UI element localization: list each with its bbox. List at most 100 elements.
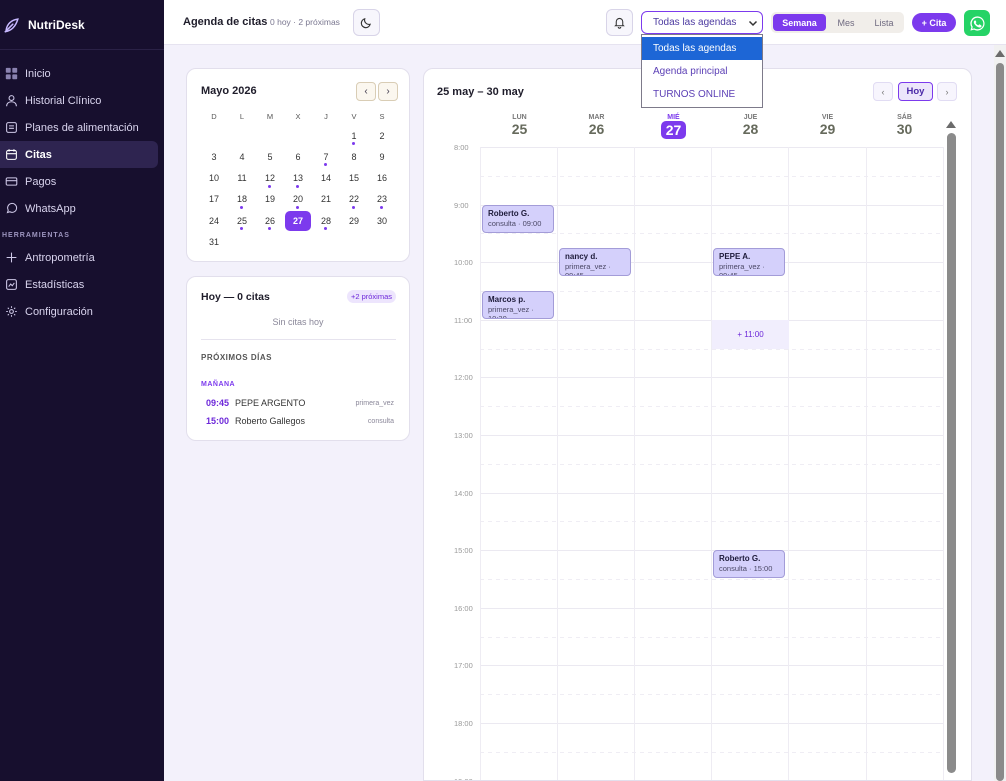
calendar-day-number: 29 [348, 215, 359, 226]
new-appointment-button[interactable]: + Cita [912, 13, 956, 32]
sidebar-item-configuracion[interactable]: Configuración [0, 298, 158, 325]
agenda-select[interactable]: Todas las agendas [641, 11, 763, 34]
calendar-day[interactable]: 22 [340, 190, 368, 209]
calendar-day[interactable]: 5 [256, 147, 284, 166]
day-number: 26 [588, 121, 605, 137]
sidebar-item-estadisticas[interactable]: Estadísticas [0, 271, 158, 298]
calendar-day[interactable]: 17 [200, 190, 228, 209]
agenda-option-principal[interactable]: Agenda principal [642, 60, 762, 83]
scrollbar-thumb[interactable] [947, 133, 956, 773]
calendar-day[interactable]: 10 [200, 169, 228, 188]
view-switcher: Semana Mes Lista [771, 12, 904, 33]
calendar-day[interactable]: 23 [368, 190, 396, 209]
event-title: Roberto G. [719, 554, 761, 563]
sidebar-item-historial[interactable]: Historial Clínico [0, 87, 158, 114]
scrollbar-thumb[interactable] [996, 63, 1004, 781]
weekday-label: J [324, 112, 328, 121]
mini-calendar-next-button[interactable]: › [378, 82, 398, 101]
sidebar-item-antropometria[interactable]: Antropometría [0, 244, 158, 271]
sidebar-item-pagos[interactable]: Pagos [0, 168, 158, 195]
appointment-event[interactable]: Roberto G. consulta · 09:00 [482, 205, 554, 233]
calendar-day[interactable]: 3 [200, 147, 228, 166]
calendar-day[interactable]: 26 [256, 211, 284, 231]
page-scrollbar[interactable] [994, 45, 1006, 781]
whatsapp-button[interactable] [964, 10, 990, 36]
day-header-vie[interactable]: VIE 29 [789, 114, 866, 137]
main-nav: Inicio Historial Clínico Planes de alime… [0, 50, 164, 325]
sidebar-item-citas[interactable]: Citas [0, 141, 158, 168]
calendar-day[interactable]: 2 [368, 126, 396, 145]
new-slot-hint[interactable]: + 11:00 [712, 320, 789, 349]
scroll-up-arrow-icon[interactable] [946, 121, 956, 128]
sidebar: NutriDesk Inicio Historial Clínico Plane… [0, 0, 164, 781]
calendar-day[interactable]: 20 [284, 190, 312, 209]
view-semana-button[interactable]: Semana [773, 14, 826, 31]
calendar-day[interactable]: 11 [228, 169, 256, 188]
calendar-day[interactable]: 19 [256, 190, 284, 209]
calendar-day[interactable]: 1 [340, 126, 368, 145]
agenda-option-turnos-online[interactable]: TURNOS ONLINE [642, 83, 762, 106]
sidebar-item-label: Historial Clínico [25, 94, 102, 107]
week-scrollbar[interactable] [946, 121, 956, 780]
upcoming-item[interactable]: 09:45 PEPE ARGENTO primera_vez [206, 398, 394, 412]
calendar-day[interactable]: 16 [368, 169, 396, 188]
appointment-event[interactable]: Marcos p. primera_vez · 10:30 [482, 291, 554, 319]
calendar-day[interactable]: 6 [284, 147, 312, 166]
notifications-button[interactable] [606, 9, 633, 36]
sidebar-item-whatsapp[interactable]: WhatsApp [0, 195, 158, 222]
calendar-day-number: 3 [211, 151, 217, 162]
appointment-event[interactable]: PEPE A. primera_vez · 09:45 [713, 248, 785, 276]
calendar-day[interactable]: 24 [200, 211, 228, 230]
agenda-option-todas[interactable]: Todas las agendas [642, 37, 762, 60]
brand[interactable]: NutriDesk [0, 0, 164, 50]
mini-calendar-prev-button[interactable]: ‹ [356, 82, 376, 101]
calendar-day[interactable]: 8 [340, 147, 368, 166]
sidebar-item-inicio[interactable]: Inicio [0, 60, 158, 87]
tools-section-label: HERRAMIENTAS [2, 232, 70, 239]
next-day-label: MAÑANA [201, 381, 236, 388]
day-header-lun[interactable]: LUN 25 [481, 114, 558, 137]
sidebar-item-planes[interactable]: Planes de alimentación [0, 114, 158, 141]
hour-label: 13:00 [454, 431, 473, 440]
hour-label: 11:00 [454, 315, 473, 325]
theme-toggle-button[interactable] [353, 9, 380, 36]
appointment-event[interactable]: nancy d. primera_vez · 09:45 [559, 248, 631, 276]
calendar-day[interactable]: 7 [312, 147, 340, 167]
appointment-event[interactable]: Roberto G. consulta · 15:00 [713, 550, 785, 578]
week-next-button[interactable]: › [937, 82, 957, 101]
calendar-day[interactable]: 14 [312, 169, 340, 188]
calendar-day[interactable]: 15 [340, 169, 368, 188]
appointment-dot [268, 184, 271, 188]
day-header-mar[interactable]: MAR 26 [558, 114, 635, 137]
day-column-line [788, 147, 790, 780]
calendar-day[interactable]: 27 [285, 211, 311, 232]
calendar-day[interactable]: 25 [228, 211, 256, 231]
calendar-day[interactable]: 4 [228, 147, 256, 166]
view-lista-button[interactable]: Lista [866, 14, 902, 31]
calendar-day[interactable]: 9 [368, 147, 396, 166]
event-title: Roberto G. [488, 209, 530, 218]
calendar-day[interactable]: 18 [228, 190, 256, 209]
calendar-day[interactable]: 31 [200, 233, 228, 252]
appointment-dot [296, 205, 299, 209]
calendar-day-number: 5 [267, 151, 273, 162]
time-grid[interactable]: Roberto G. consulta · 09:00 nancy d. pri… [480, 147, 944, 780]
calendar-day[interactable]: 12 [256, 169, 284, 188]
calendar-day-number: 11 [237, 173, 247, 184]
scroll-up-arrow-icon[interactable] [995, 50, 1005, 57]
day-header-jue[interactable]: JUE 28 [712, 114, 789, 137]
upcoming-item[interactable]: 15:00 Roberto Gallegos consulta [206, 416, 394, 430]
view-mes-button[interactable]: Mes [828, 14, 864, 31]
calendar-day[interactable]: 29 [340, 211, 368, 230]
divider [201, 339, 396, 340]
sidebar-item-label: Citas [25, 148, 52, 161]
calendar-day[interactable]: 13 [284, 169, 312, 188]
day-header-sab[interactable]: SÁB 30 [866, 114, 943, 137]
calendar-day[interactable]: 21 [312, 190, 340, 209]
calendar-day[interactable]: 30 [368, 211, 396, 230]
app-name: NutriDesk [28, 17, 85, 32]
week-prev-button[interactable]: ‹ [873, 82, 893, 101]
today-button[interactable]: Hoy [898, 82, 933, 101]
day-header-mie[interactable]: MIÉ 27 [635, 114, 712, 139]
calendar-day[interactable]: 28 [312, 211, 340, 231]
